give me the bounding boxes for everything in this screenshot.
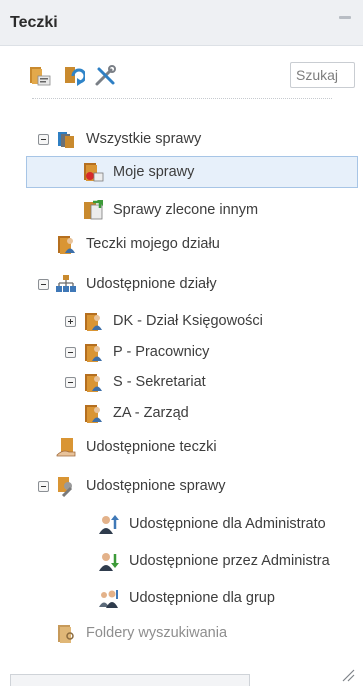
tree-node-udostepnione-dzialy[interactable]: Udostępnione działy <box>38 270 217 298</box>
tree-label: Sprawy zlecone innym <box>113 202 259 218</box>
delegated-cases-icon <box>82 199 104 221</box>
tree-label: ZA - Zarząd <box>113 405 189 421</box>
tree-node-wszystkie-sprawy[interactable]: Wszystkie sprawy <box>38 125 201 153</box>
tree-node-moje-sprawy[interactable]: Moje sprawy <box>82 158 194 186</box>
bottom-scrollbar[interactable] <box>10 674 250 686</box>
my-cases-icon <box>82 161 104 183</box>
resize-handle-icon[interactable] <box>339 666 355 682</box>
shared-folder-icon <box>55 436 77 458</box>
tree-label: Wszystkie sprawy <box>86 131 202 147</box>
cases-stack-icon <box>55 128 77 150</box>
group-icon <box>98 587 120 609</box>
tree-node-foldery-wyszukiwania[interactable]: Foldery wyszukiwania <box>55 619 227 647</box>
expand-toggle-icon[interactable] <box>65 315 76 327</box>
new-folder-icon[interactable] <box>28 64 52 88</box>
hierarchy-icon <box>55 273 77 295</box>
collapse-toggle-icon[interactable] <box>38 133 49 145</box>
shared-cases-icon <box>55 475 77 497</box>
user-shared-by-icon <box>98 550 120 572</box>
collapse-toggle-icon[interactable] <box>65 346 76 358</box>
tree-label: Udostępnione teczki <box>86 439 217 455</box>
tree-node-przez-administratora[interactable]: Udostępnione przez Administra <box>98 547 330 575</box>
toolbar-divider <box>32 98 332 99</box>
tools-icon[interactable] <box>93 64 117 88</box>
tree-node-teczki-dzialu[interactable]: Teczki mojego działu <box>55 230 220 258</box>
folder-icon <box>55 233 77 255</box>
tree-node-za[interactable]: ZA - Zarząd <box>82 399 189 427</box>
tree-label: Udostępnione dla Administrato <box>129 516 326 532</box>
user-shared-icon <box>98 513 120 535</box>
tree-node-s[interactable]: S - Sekretariat <box>65 368 206 396</box>
department-folder-icon <box>82 341 104 363</box>
tree-node-sprawy-zlecone[interactable]: Sprawy zlecone innym <box>82 196 258 224</box>
collapse-toggle-icon[interactable] <box>38 480 49 492</box>
search-folder-icon <box>55 622 77 644</box>
tree-label: Teczki mojego działu <box>86 236 220 252</box>
tree-node-p[interactable]: P - Pracownicy <box>65 338 209 366</box>
search-input[interactable] <box>290 62 355 88</box>
tree-node-dla-administratora[interactable]: Udostępnione dla Administrato <box>98 510 326 538</box>
folders-panel: Teczki Szukaj Wszystkie sprawy Moje spra… <box>0 0 363 686</box>
refresh-icon[interactable] <box>61 64 87 88</box>
tree-node-udostepnione-sprawy[interactable]: Udostępnione sprawy <box>38 472 225 500</box>
tree-label: Udostępnione przez Administra <box>129 553 330 569</box>
department-folder-icon <box>82 310 104 332</box>
department-folder-icon <box>82 402 104 424</box>
tree-label: Foldery wyszukiwania <box>86 625 228 641</box>
collapse-toggle-icon[interactable] <box>38 278 49 290</box>
tree-label: P - Pracownicy <box>113 344 210 360</box>
tree-node-dla-grup[interactable]: Udostępnione dla grup <box>98 584 275 612</box>
tree-label: Udostępnione sprawy <box>86 478 226 494</box>
minimize-icon[interactable] <box>339 16 351 19</box>
tree-label: Udostępnione działy <box>86 276 217 292</box>
department-folder-icon <box>82 371 104 393</box>
toolbar <box>0 56 363 96</box>
tree-node-udostepnione-teczki[interactable]: Udostępnione teczki <box>55 433 217 461</box>
collapse-toggle-icon[interactable] <box>65 376 76 388</box>
tree-node-dk[interactable]: DK - Dział Księgowości <box>65 307 263 335</box>
tree-label: S - Sekretariat <box>113 374 206 390</box>
tree-label: DK - Dział Księgowości <box>113 313 263 329</box>
panel-header: Teczki <box>0 0 363 46</box>
tree-label: Moje sprawy <box>113 164 195 180</box>
tree-label: Udostępnione dla grup <box>129 590 275 606</box>
panel-title: Teczki <box>10 14 58 31</box>
